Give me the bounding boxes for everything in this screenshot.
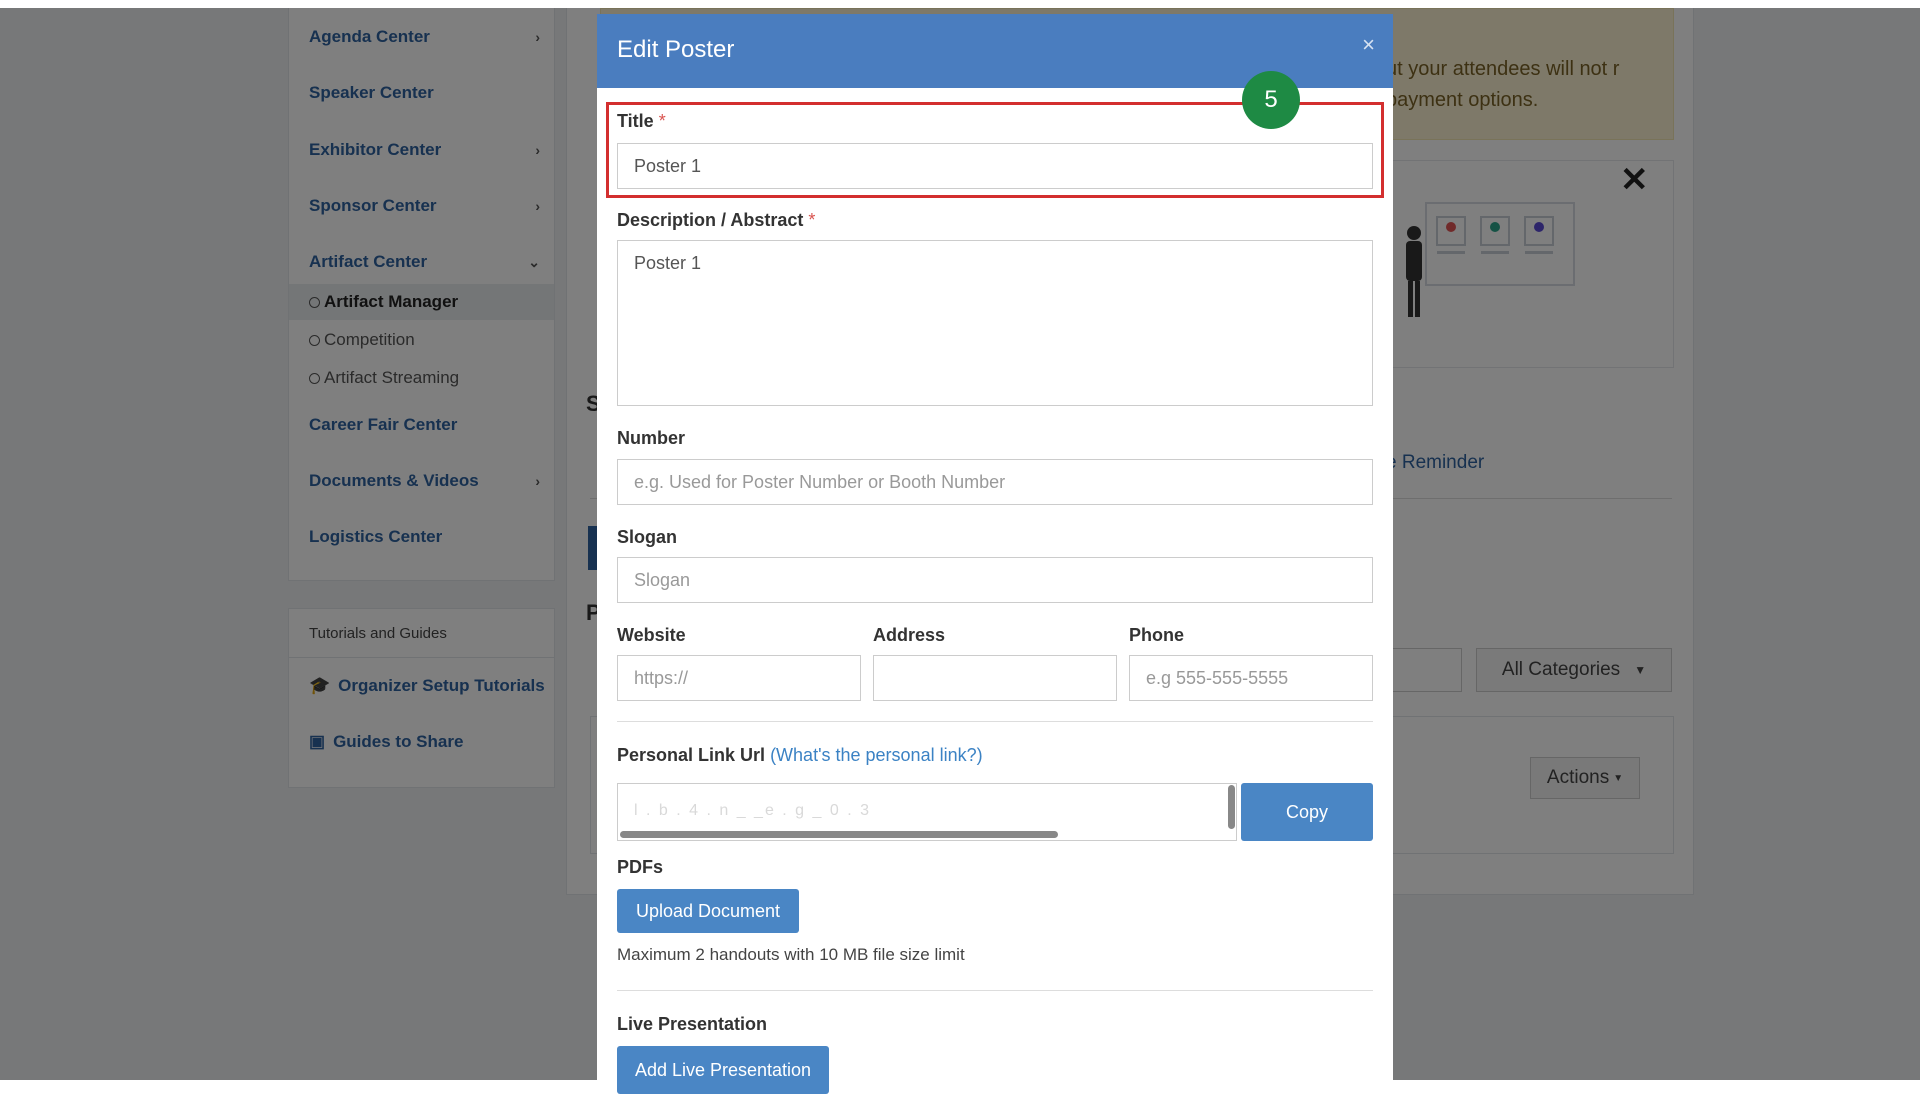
step-badge: 5 xyxy=(1242,71,1300,129)
website-input[interactable]: https:// xyxy=(617,655,861,701)
personal-link-label-text: Personal Link Url xyxy=(617,745,766,765)
personal-link-help-link[interactable]: (What's the personal link?) xyxy=(770,745,983,765)
personal-link-input[interactable]: l . b . 4 . n _ _e . g _ 0 . 3 xyxy=(617,783,1237,841)
title-input[interactable]: Poster 1 xyxy=(617,143,1373,189)
edit-poster-modal: Edit Poster × 5 Title * Poster 1 Descrip… xyxy=(597,14,1393,1094)
number-label: Number xyxy=(617,428,686,448)
vertical-scrollbar[interactable] xyxy=(1228,785,1235,829)
website-label: Website xyxy=(617,625,686,645)
address-input[interactable] xyxy=(873,655,1117,701)
personal-link-label: Personal Link Url (What's the personal l… xyxy=(617,745,983,766)
title-label: Title * xyxy=(617,111,666,132)
slogan-input[interactable]: Slogan xyxy=(617,557,1373,603)
close-icon[interactable]: × xyxy=(1362,32,1375,58)
slogan-label: Slogan xyxy=(617,527,678,547)
modal-title: Edit Poster xyxy=(617,36,735,63)
address-label: Address xyxy=(873,625,946,645)
required-mark: * xyxy=(808,210,816,230)
add-live-presentation-button[interactable]: Add Live Presentation xyxy=(617,1046,829,1094)
pdfs-label: PDFs xyxy=(617,857,664,877)
phone-input[interactable]: e.g 555-555-5555 xyxy=(1129,655,1373,701)
horizontal-scrollbar[interactable] xyxy=(620,831,1058,838)
description-textarea[interactable]: Poster 1 xyxy=(617,240,1373,406)
title-label-text: Title xyxy=(617,111,654,131)
description-label: Description / Abstract * xyxy=(617,210,815,231)
upload-note: Maximum 2 handouts with 10 MB file size … xyxy=(617,945,965,964)
required-mark: * xyxy=(658,111,666,131)
personal-link-value: l . b . 4 . n _ _e . g _ 0 . 3 xyxy=(634,802,871,819)
divider xyxy=(617,990,1373,991)
copy-button[interactable]: Copy xyxy=(1241,783,1373,841)
live-presentation-label: Live Presentation xyxy=(617,1014,768,1034)
upload-document-button[interactable]: Upload Document xyxy=(617,889,799,933)
phone-label: Phone xyxy=(1129,625,1185,645)
description-label-text: Description / Abstract xyxy=(617,210,804,230)
divider xyxy=(617,721,1373,722)
number-input[interactable]: e.g. Used for Poster Number or Booth Num… xyxy=(617,459,1373,505)
